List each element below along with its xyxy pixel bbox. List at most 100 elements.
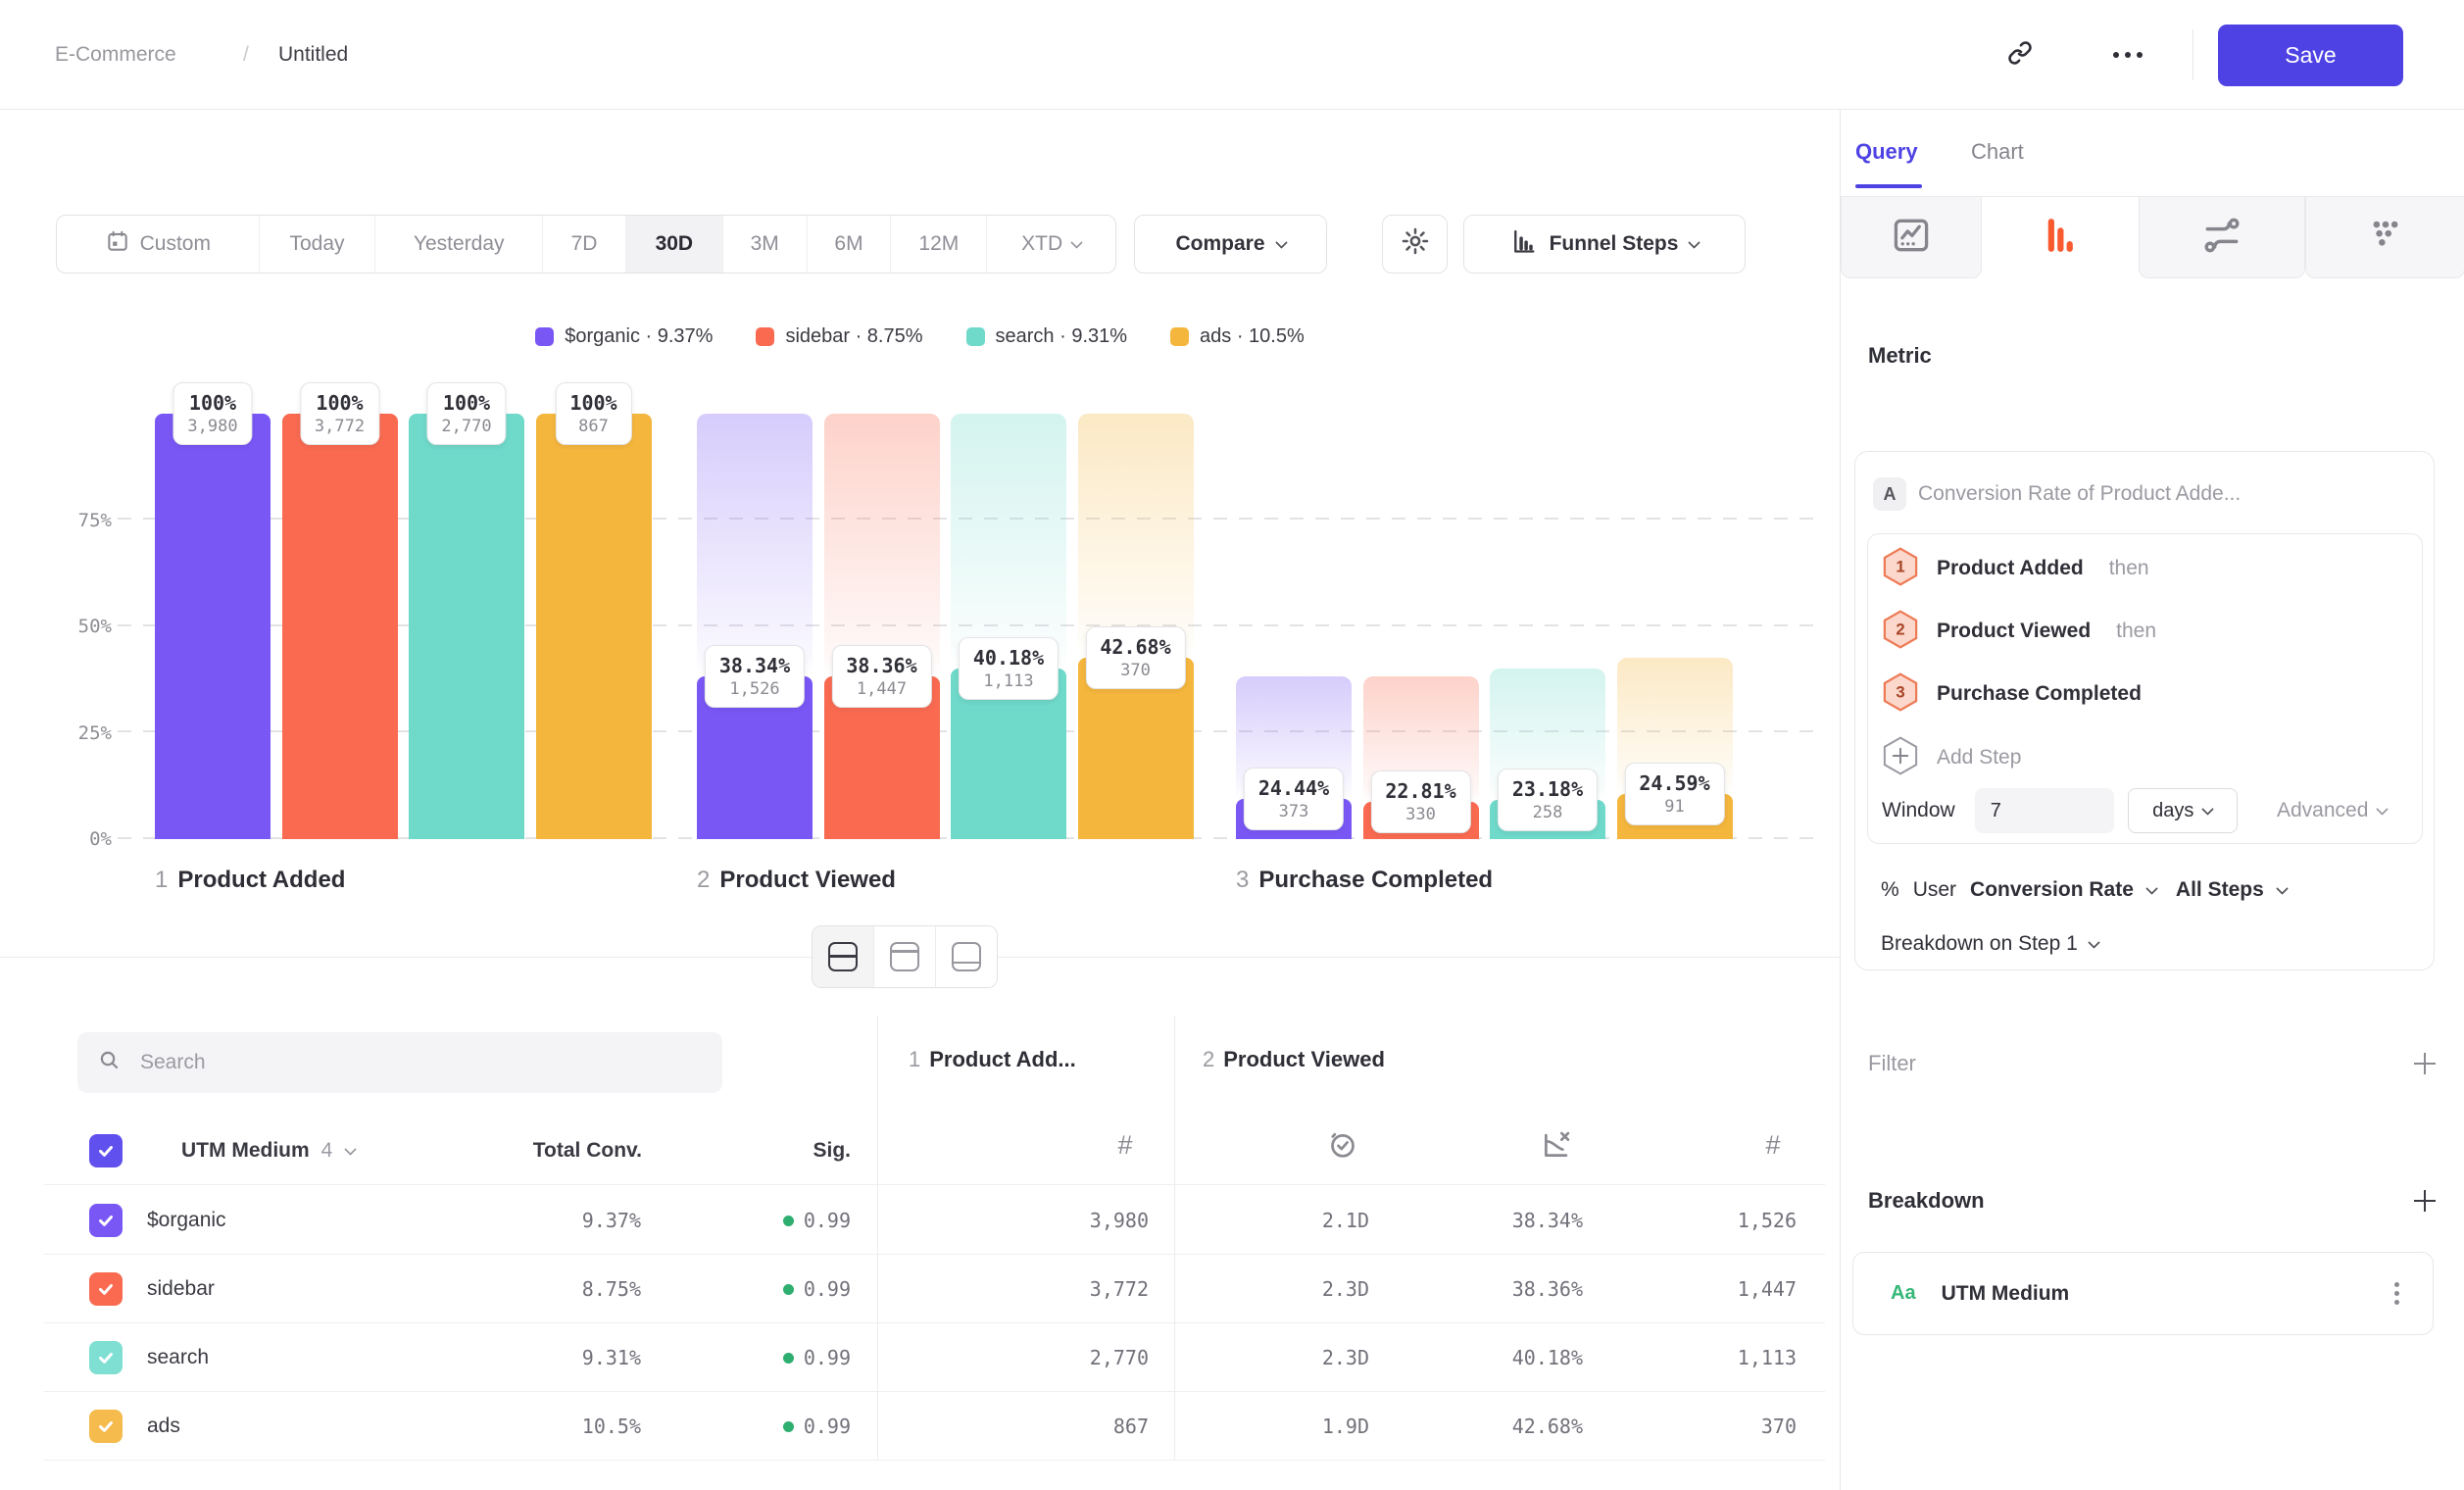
query-step-2[interactable]: 2Product Viewedthen xyxy=(1882,610,2156,653)
filter-heading: Filter xyxy=(1868,1051,1916,1076)
chart-legend: $organic · 9.37% sidebar · 8.75% search · … xyxy=(0,325,1840,348)
row-checkbox-checked[interactable] xyxy=(89,1204,123,1237)
report-type-retention[interactable] xyxy=(2305,197,2464,278)
significance-dot-icon xyxy=(783,1284,794,1295)
hash-icon[interactable]: # xyxy=(1106,1125,1145,1165)
advanced-toggle[interactable]: Advanced xyxy=(2277,799,2387,822)
bar-value-label-organic-step2: 38.34%1,526 xyxy=(705,645,805,708)
select-all-checkbox[interactable] xyxy=(89,1118,123,1184)
layout-panel-bottom-button[interactable] xyxy=(936,926,997,987)
search-input[interactable] xyxy=(138,1050,703,1075)
report-type-flows[interactable] xyxy=(2139,197,2305,278)
legend-swatch xyxy=(966,327,985,346)
add-filter-button[interactable] xyxy=(2412,1051,2438,1076)
chart-settings-button[interactable] xyxy=(1382,215,1448,273)
total-conversion-column-header[interactable]: Total Conv. xyxy=(446,1118,642,1184)
report-type-insights[interactable] xyxy=(1841,197,1982,278)
compare-button[interactable]: Compare xyxy=(1134,215,1327,273)
row-checkbox-checked[interactable] xyxy=(89,1272,123,1306)
hash-icon[interactable]: # xyxy=(1753,1125,1793,1165)
legend-item-organic[interactable]: $organic · 9.37% xyxy=(535,325,713,348)
window-value-input[interactable] xyxy=(1975,788,2114,833)
layout-panel-top-button[interactable] xyxy=(874,926,936,987)
range-label: 3M xyxy=(751,232,779,256)
sig-label: Sig. xyxy=(813,1139,851,1163)
panel-bottom-icon xyxy=(952,942,981,971)
table-row-search[interactable]: search9.31%0.992,7702.3D40.18%1,113 xyxy=(44,1323,1825,1392)
legend-item-search[interactable]: search · 9.31% xyxy=(966,325,1128,348)
breakdown-section-row: Breakdown xyxy=(1868,1181,2438,1220)
table-row-sidebar[interactable]: sidebar8.75%0.993,7722.3D38.36%1,447 xyxy=(44,1255,1825,1323)
save-button[interactable]: Save xyxy=(2218,25,2403,86)
checkbox-checked-icon[interactable] xyxy=(89,1134,123,1167)
table-header-divider xyxy=(44,1184,1825,1185)
row-checkbox-checked[interactable] xyxy=(89,1341,123,1374)
date-range-7d[interactable]: 7D xyxy=(543,216,626,273)
date-range-control: Custom Today Yesterday 7D30D 3M 6M12MXTD xyxy=(56,215,1116,273)
measure-scope-dropdown[interactable]: All Steps xyxy=(2176,878,2264,902)
range-label: Today xyxy=(289,232,344,256)
step-number: 2 xyxy=(1203,1047,1214,1071)
table-step-1-header: 1Product Add... xyxy=(909,1047,1076,1072)
measure-metric-dropdown[interactable]: Conversion Rate xyxy=(1970,878,2134,902)
date-range-today[interactable]: Today xyxy=(260,216,376,273)
bar-search-step1[interactable] xyxy=(409,414,524,839)
bar-ads-step1[interactable] xyxy=(536,414,652,839)
date-range-12m[interactable]: 12M xyxy=(891,216,987,273)
y-axis-tick: 50% xyxy=(29,616,112,637)
range-label: Yesterday xyxy=(414,232,505,256)
conversion-rate-icon[interactable] xyxy=(1537,1125,1576,1165)
add-step-button[interactable]: Add Step xyxy=(1882,736,2021,779)
series-letter-badge: A xyxy=(1873,477,1906,511)
chevron-down-icon xyxy=(2276,882,2289,895)
significance-column-header[interactable]: Sig. xyxy=(655,1118,851,1184)
time-to-convert-value: 2.1D xyxy=(1173,1186,1369,1255)
metric-title[interactable]: Conversion Rate of Product Adde... xyxy=(1918,477,2241,511)
bar-organic-step1[interactable] xyxy=(155,414,271,839)
copy-link-button[interactable] xyxy=(1996,30,2045,79)
compare-label: Compare xyxy=(1175,232,1264,256)
more-menu-button[interactable] xyxy=(2103,30,2152,79)
tab-query[interactable]: Query xyxy=(1855,139,1918,165)
breakdown-item-utm-medium[interactable]: Aa UTM Medium xyxy=(1852,1252,2434,1335)
step1-count-value: 867 xyxy=(953,1392,1149,1461)
top-header: E-Commerce / Untitled Save xyxy=(0,0,2464,110)
metric-card: A Conversion Rate of Product Adde... Add… xyxy=(1854,451,2435,970)
filter-section-row: Filter xyxy=(1868,1044,2438,1083)
date-range-xtd[interactable]: XTD xyxy=(987,216,1115,273)
report-type-funnels-active[interactable] xyxy=(1982,197,2139,278)
group-count: 4 xyxy=(321,1139,333,1163)
date-range-yesterday[interactable]: Yesterday xyxy=(375,216,543,273)
query-step-3[interactable]: 3Purchase Completed xyxy=(1882,672,2142,716)
add-breakdown-button[interactable] xyxy=(2412,1188,2438,1214)
chart-type-selector[interactable]: Funnel Steps xyxy=(1463,215,1746,273)
time-to-convert-icon[interactable] xyxy=(1323,1125,1362,1165)
date-range-custom[interactable]: Custom xyxy=(57,216,260,273)
table-row-organic[interactable]: $organic9.37%0.993,9802.1D38.34%1,526 xyxy=(44,1186,1825,1255)
row-checkbox-checked[interactable] xyxy=(89,1410,123,1443)
breadcrumb-report-title[interactable]: Untitled xyxy=(278,0,348,110)
query-step-1[interactable]: 1Product Addedthen xyxy=(1882,547,2149,590)
legend-label: $organic · 9.37% xyxy=(565,325,713,348)
date-range-30d[interactable]: 30D xyxy=(626,216,723,273)
date-range-6m[interactable]: 6M xyxy=(808,216,892,273)
layout-split-horizontal-button[interactable] xyxy=(813,926,874,987)
total-conversion-value: 10.5% xyxy=(445,1392,641,1461)
bar-sidebar-step1[interactable] xyxy=(282,414,398,839)
table-row-ads[interactable]: ads10.5%0.998671.9D42.68%370 xyxy=(44,1392,1825,1461)
window-unit-select[interactable]: days xyxy=(2128,788,2238,833)
breakdown-column-header[interactable]: UTM Medium 4 xyxy=(181,1118,355,1184)
breadcrumb-project[interactable]: E-Commerce xyxy=(55,0,176,110)
svg-text:3: 3 xyxy=(1896,682,1904,701)
date-range-3m[interactable]: 3M xyxy=(723,216,808,273)
breakdown-on-step-dropdown[interactable]: Breakdown on Step 1 xyxy=(1881,927,2098,961)
chevron-down-icon xyxy=(1275,236,1288,249)
kebab-menu-icon[interactable] xyxy=(2389,1276,2405,1311)
measure-entity-dropdown[interactable]: User xyxy=(1913,878,1956,902)
legend-label: ads · 10.5% xyxy=(1200,325,1305,348)
legend-item-sidebar[interactable]: sidebar · 8.75% xyxy=(756,325,922,348)
ghost-bar-sidebar-step2 xyxy=(824,414,940,676)
legend-item-ads[interactable]: ads · 10.5% xyxy=(1170,325,1305,348)
add-step-label: Add Step xyxy=(1937,746,2021,770)
tab-chart[interactable]: Chart xyxy=(1971,139,2024,165)
